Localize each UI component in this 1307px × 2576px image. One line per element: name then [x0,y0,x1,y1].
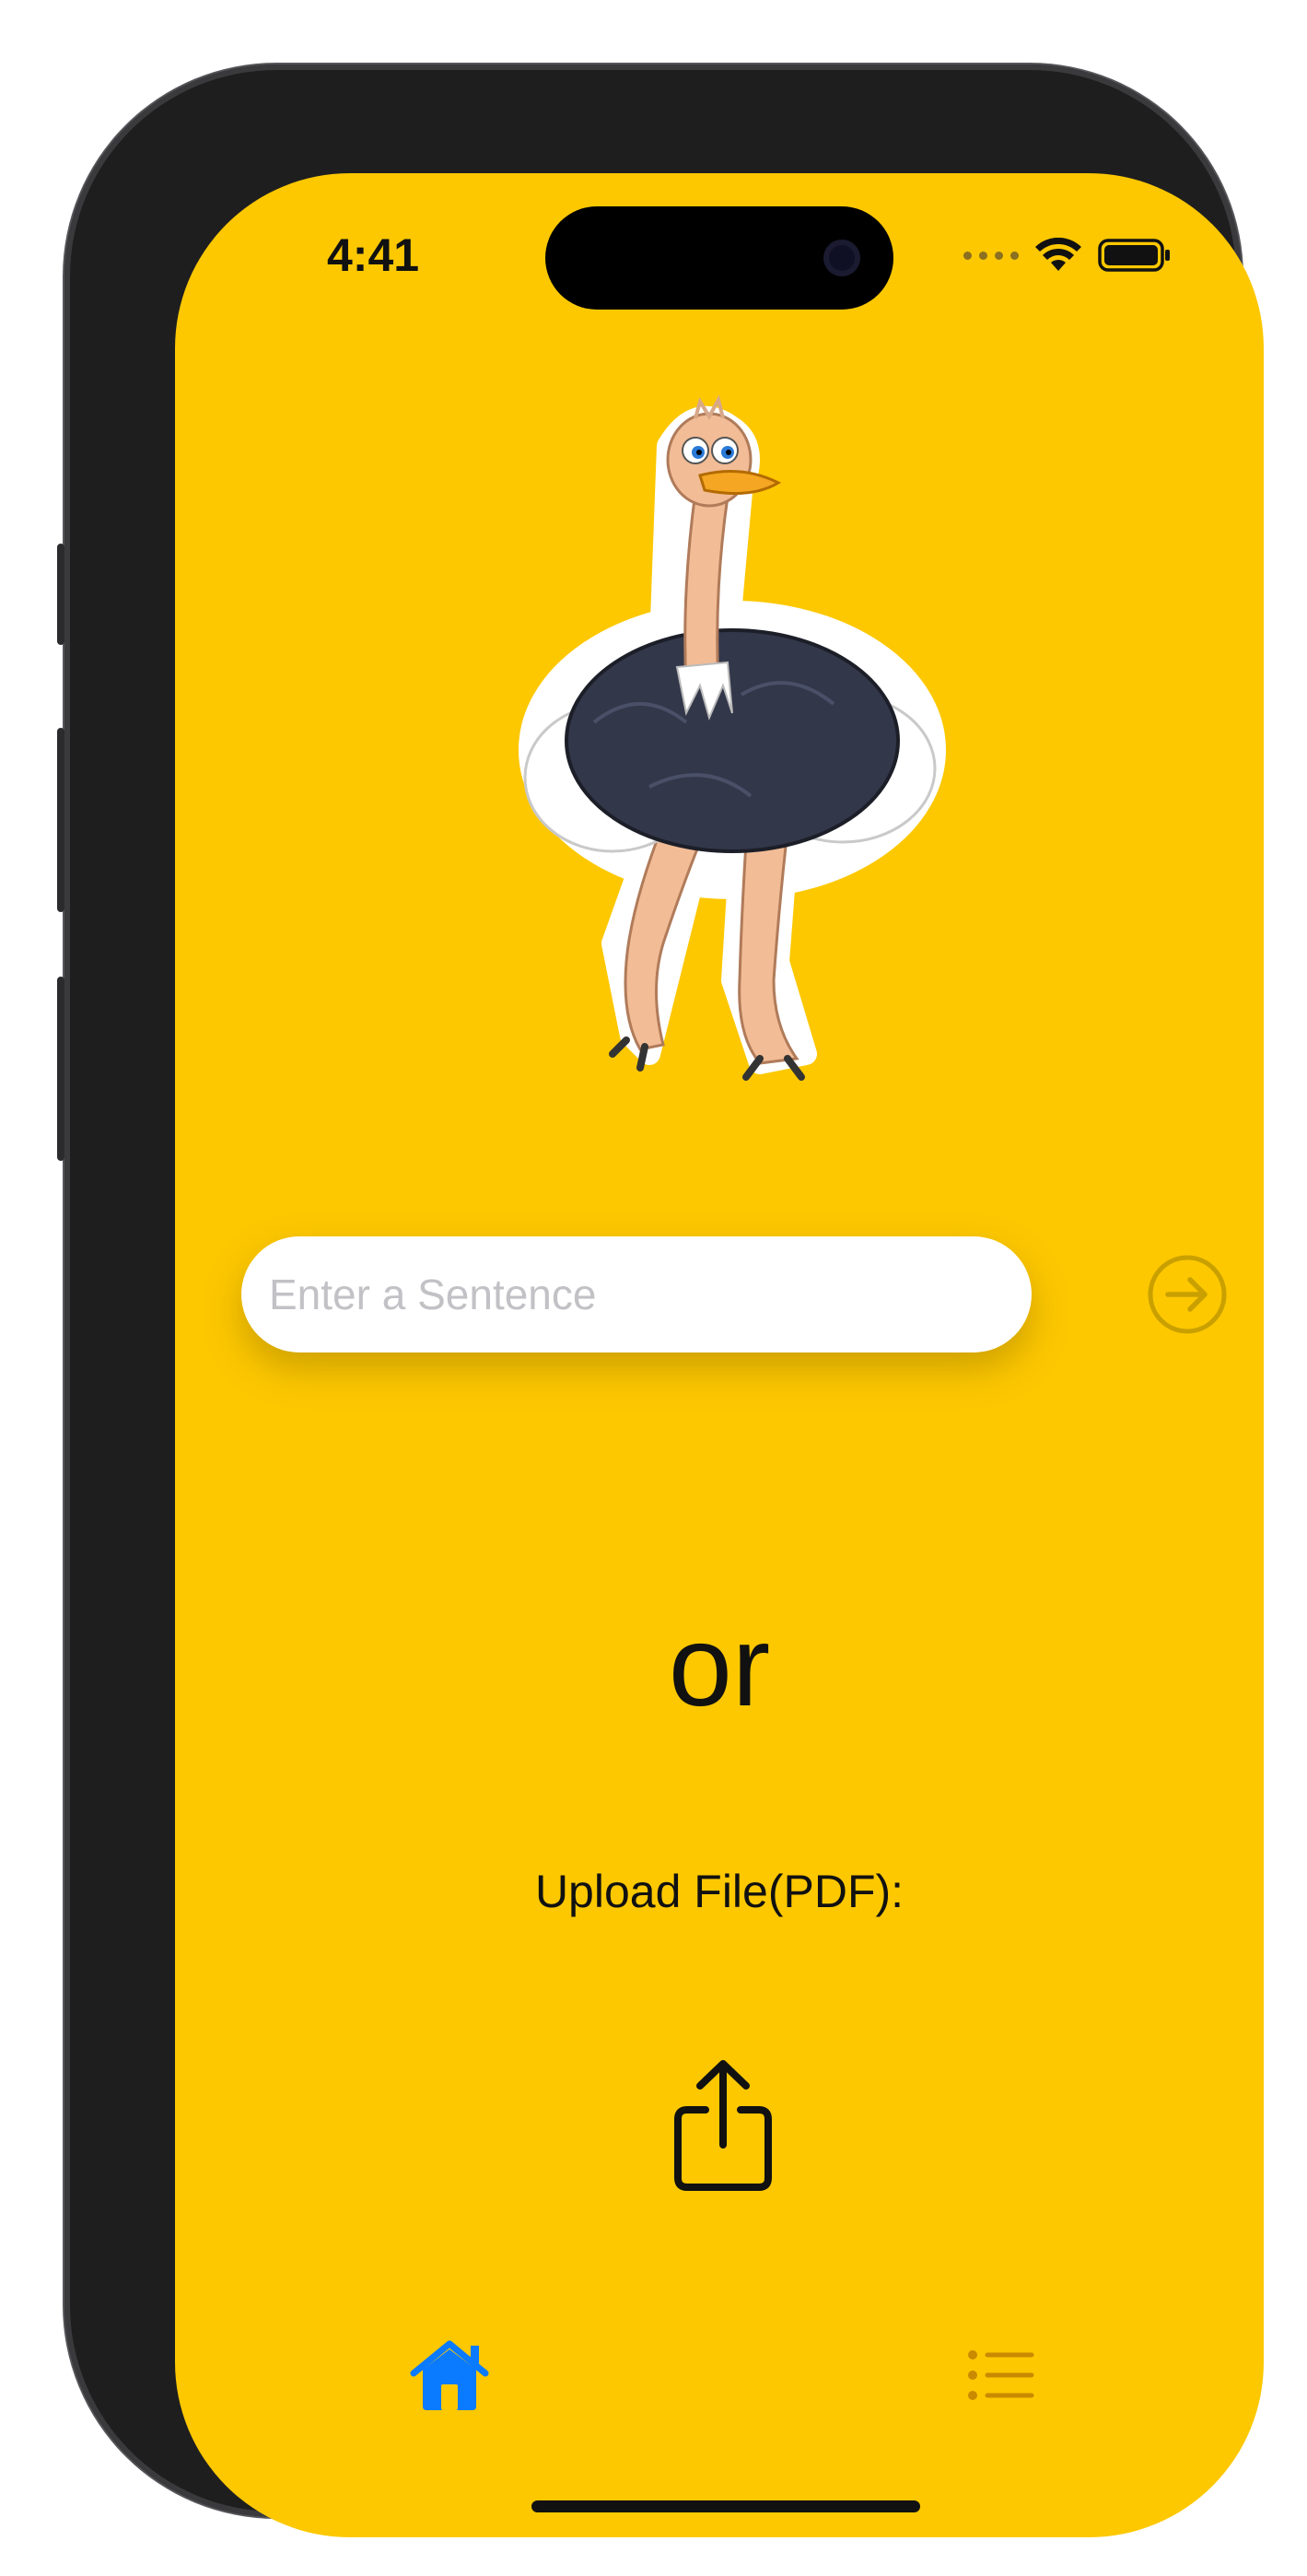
camera-icon [823,240,860,276]
arrow-right-circle-icon[interactable] [1146,1253,1229,1336]
share-upload-icon[interactable] [671,2056,776,2195]
app-screen: 4:41 Enter a Sentence or Upload File(PDF… [175,173,1264,2537]
volume-up-button [57,728,64,912]
volume-down-button [57,977,64,1161]
upload-label: Upload File(PDF): [534,1866,904,1917]
or-separator: or [668,1603,771,1730]
battery-icon [1098,239,1170,272]
action-button [57,544,64,645]
status-icons [963,238,1172,273]
home-indicator [531,2500,920,2512]
phone-frame: 4:41 Enter a Sentence or Upload File(PDF… [57,64,1264,2537]
list-bullet-icon[interactable] [967,2349,1035,2401]
dynamic-island [545,206,893,310]
sentence-input[interactable] [241,1236,1032,1352]
wifi-icon [1035,238,1081,271]
status-time: 4:41 [327,229,420,281]
ostrich-icon [519,394,946,1081]
house-icon[interactable] [410,2338,489,2412]
cellular-dots-icon [963,251,1019,260]
